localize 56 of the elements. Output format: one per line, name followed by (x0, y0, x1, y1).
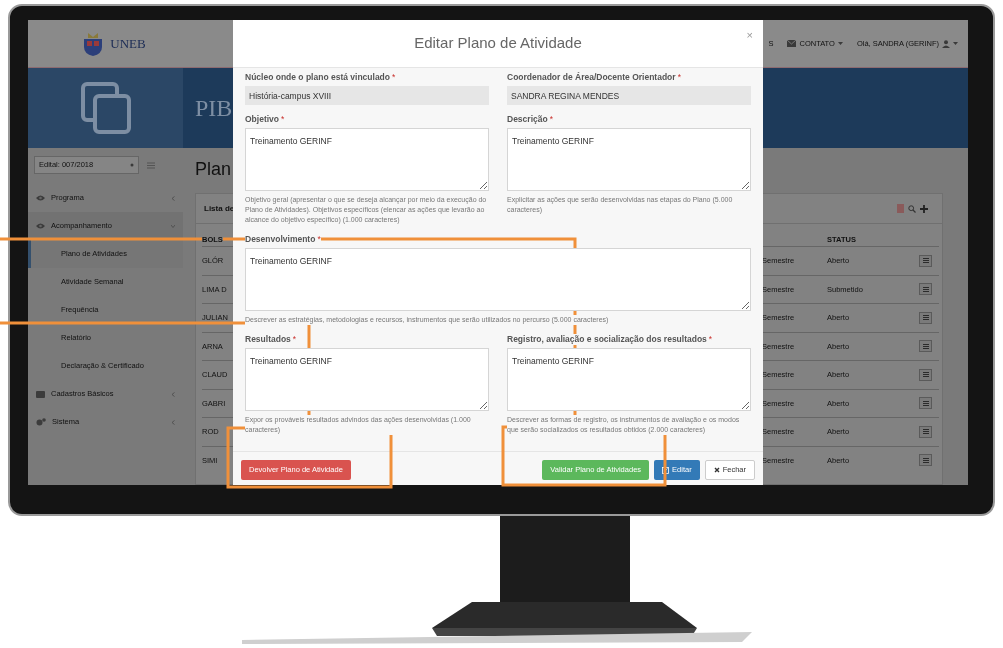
text-area[interactable]: Treinamento GERINF (245, 248, 751, 311)
menu-icon (922, 429, 929, 435)
caret-icon (953, 42, 958, 45)
user-icon (942, 39, 950, 48)
field-label: Desenvolvimento (245, 234, 316, 245)
field-label: Registro, avaliação e socialização dos resultados (507, 334, 707, 345)
field-label: Descrição (507, 114, 548, 125)
field-label: Coordenador de Área/Docente Orientador (507, 72, 676, 83)
banner-title: PIB (195, 94, 233, 123)
row-menu-button[interactable] (919, 254, 932, 267)
menu-icon (922, 343, 929, 349)
menu-icon (922, 400, 929, 406)
required-mark: * (281, 114, 285, 125)
caret-icon (837, 42, 843, 45)
field-label: Objetivo (245, 114, 279, 125)
search-icon[interactable] (908, 204, 916, 213)
required-mark: * (317, 234, 321, 245)
close-button[interactable]: × (746, 30, 753, 41)
menu-icon (922, 286, 929, 292)
eye-icon (36, 223, 45, 229)
envelope-icon (787, 40, 797, 47)
row-menu-button[interactable] (919, 340, 932, 353)
menu-icon (922, 372, 929, 378)
required-mark: * (549, 114, 553, 125)
copy-icon (80, 82, 131, 134)
field-label: Núcleo onde o plano está vinculado (245, 72, 390, 83)
text-area[interactable]: Treinamento GERINF (507, 348, 751, 411)
text-area[interactable]: Treinamento GERINF (245, 348, 489, 411)
close-icon (713, 467, 720, 473)
dialog-title: Editar Plano de Atividade (414, 33, 582, 54)
edit-icon (662, 466, 670, 474)
required-mark: * (292, 334, 297, 345)
plus-icon[interactable] (920, 204, 928, 213)
menu-icon (922, 258, 929, 264)
row-menu-button[interactable] (919, 283, 932, 296)
row-menu-button[interactable] (919, 397, 932, 410)
page-title: Plan (195, 158, 233, 181)
required-mark: * (392, 72, 396, 83)
row-menu-button[interactable] (919, 454, 932, 467)
text-area[interactable]: Treinamento GERINF (507, 128, 751, 191)
required-mark: * (677, 72, 681, 83)
inbox-icon (36, 390, 45, 398)
menu-icon (922, 457, 929, 463)
input-field[interactable]: SANDRA REGINA MENDES (507, 86, 751, 105)
row-menu-button[interactable] (919, 368, 932, 381)
gears-icon (36, 418, 46, 426)
logo-text: UNEB (110, 34, 146, 53)
row-menu-button[interactable] (919, 311, 932, 324)
text-area[interactable]: Treinamento GERINF (245, 128, 489, 191)
card-title: Lista de (204, 202, 235, 215)
required-mark: * (708, 334, 713, 345)
eye-icon (36, 195, 45, 201)
input-field[interactable]: História-campus XVIII (245, 86, 489, 105)
caret-icon (130, 163, 134, 167)
menu-icon (922, 315, 929, 321)
row-menu-button[interactable] (919, 425, 932, 438)
